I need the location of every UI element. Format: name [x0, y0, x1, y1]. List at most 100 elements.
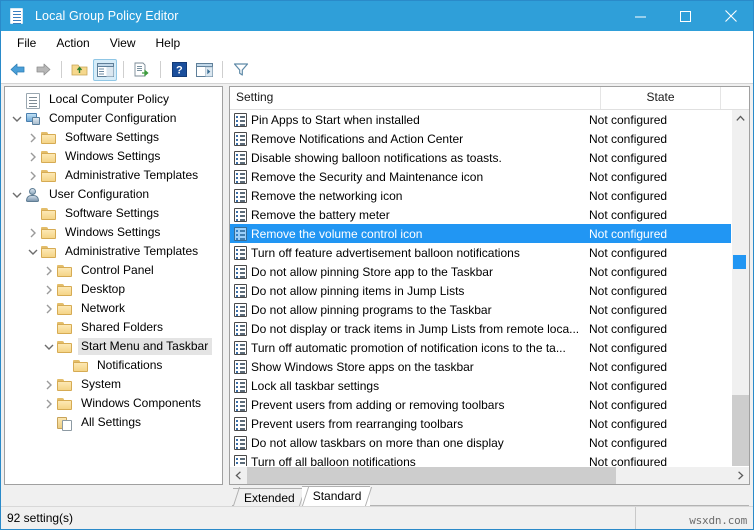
folder-icon [57, 263, 74, 279]
export-list-button[interactable] [130, 59, 154, 81]
chevron-right-icon[interactable] [41, 375, 57, 394]
table-row[interactable]: Prevent users from rearranging toolbars N… [230, 414, 731, 433]
chevron-right-icon[interactable] [25, 147, 41, 166]
policy-setting-icon [234, 416, 247, 431]
action-pane-icon[interactable] [192, 59, 216, 81]
forward-button[interactable] [31, 59, 55, 81]
policy-setting-icon [234, 302, 247, 317]
view-tabs: Extended Standard [1, 485, 753, 506]
policy-setting-icon [234, 207, 247, 222]
tree-node-start-menu-and-taskbar[interactable]: Start Menu and Taskbar [5, 337, 222, 356]
folder-icon [57, 301, 74, 317]
cell-state: Not configured [589, 283, 668, 298]
chevron-down-icon[interactable] [9, 109, 25, 128]
vertical-scrollbar[interactable] [731, 110, 749, 466]
filter-funnel-icon[interactable] [229, 59, 253, 81]
menu-item-action[interactable]: Action [46, 33, 99, 53]
chevron-right-icon[interactable] [41, 261, 57, 280]
up-one-level-button[interactable] [68, 59, 92, 81]
tree-node-label: Network [81, 301, 126, 315]
vertical-scroll-track[interactable] [732, 127, 749, 466]
table-row[interactable]: Do not allow pinning programs to the Tas… [230, 300, 731, 319]
chevron-right-icon[interactable] [41, 394, 57, 413]
title-bar[interactable]: Local Group Policy Editor [1, 1, 753, 31]
table-row[interactable]: Turn off automatic promotion of notifica… [230, 338, 731, 357]
vertical-scroll-thumb[interactable] [732, 395, 749, 466]
tree-node-windows-components[interactable]: Windows Components [5, 394, 222, 413]
table-row[interactable]: Remove Notifications and Action Center No… [230, 129, 731, 148]
tree-node-label: Software Settings [65, 130, 160, 144]
chevron-right-icon[interactable] [41, 280, 57, 299]
close-icon[interactable] [708, 1, 753, 31]
column-header-setting[interactable]: Setting [230, 87, 601, 109]
table-row[interactable]: Remove the volume control icon Not config… [230, 224, 731, 243]
menu-item-help[interactable]: Help [146, 33, 191, 53]
column-header-state[interactable]: State [601, 87, 721, 109]
tree-node-notifications[interactable]: Notifications [5, 356, 222, 375]
tree-node-control-panel[interactable]: Control Panel [5, 261, 222, 280]
watermark-text: wsxdn.com [689, 514, 747, 527]
chevron-right-icon[interactable] [25, 166, 41, 185]
tree-node-administrative-templates[interactable]: Administrative Templates [5, 166, 222, 185]
table-row[interactable]: Prevent users from adding or removing to… [230, 395, 731, 414]
tab-standard[interactable]: Standard [301, 486, 371, 506]
table-row[interactable]: Disable showing balloon notifications as… [230, 148, 731, 167]
tree-node-system[interactable]: System [5, 375, 222, 394]
horizontal-scroll-thumb[interactable] [247, 467, 616, 484]
chevron-down-icon[interactable] [41, 337, 57, 356]
list-column-headers: Setting State [230, 87, 749, 110]
chevron-placeholder [9, 90, 25, 109]
cell-setting: Disable showing balloon notifications as… [251, 150, 502, 165]
help-question-icon[interactable]: ? [167, 59, 191, 81]
cell-state: Not configured [589, 378, 668, 393]
cell-state: Not configured [589, 416, 668, 431]
back-button[interactable] [6, 59, 30, 81]
cell-setting: Do not allow pinning Store app to the Ta… [251, 264, 493, 279]
chevron-right-icon[interactable] [25, 128, 41, 147]
tree-node-software-settings[interactable]: Software Settings [5, 128, 222, 147]
tree-node-windows-settings[interactable]: Windows Settings [5, 147, 222, 166]
table-row[interactable]: Do not allow pinning Store app to the Ta… [230, 262, 731, 281]
tree-node-desktop[interactable]: Desktop [5, 280, 222, 299]
table-row[interactable]: Remove the Security and Maintenance icon… [230, 167, 731, 186]
tree-node-network[interactable]: Network [5, 299, 222, 318]
tree-node-local-computer-policy[interactable]: Local Computer Policy [5, 90, 222, 109]
tree-node-shared-folders[interactable]: Shared Folders [5, 318, 222, 337]
table-row[interactable]: Lock all taskbar settings Not configured [230, 376, 731, 395]
chevron-right-icon[interactable] [41, 299, 57, 318]
table-row[interactable]: Remove the networking icon Not configured [230, 186, 731, 205]
chevron-down-icon[interactable] [9, 185, 25, 204]
minimize-icon[interactable] [618, 1, 663, 31]
table-row[interactable]: Do not display or track items in Jump Li… [230, 319, 731, 338]
table-row[interactable]: Turn off feature advertisement balloon n… [230, 243, 731, 262]
scroll-left-arrow-icon[interactable] [230, 467, 247, 484]
scroll-up-arrow-icon[interactable] [732, 110, 749, 127]
table-row[interactable]: Pin Apps to Start when installed Not conf… [230, 110, 731, 129]
table-row[interactable]: Do not allow taskbars on more than one d… [230, 433, 731, 452]
horizontal-scroll-track[interactable] [247, 467, 732, 484]
table-row[interactable]: Turn off all balloon notifications Not co… [230, 452, 731, 466]
maximize-icon[interactable] [663, 1, 708, 31]
chevron-right-icon[interactable] [25, 223, 41, 242]
table-row[interactable]: Show Windows Store apps on the taskbar No… [230, 357, 731, 376]
tab-label: Extended [244, 491, 295, 505]
console-tree-icon[interactable] [93, 58, 117, 81]
menu-item-view[interactable]: View [100, 33, 146, 53]
tree-node-user-configuration[interactable]: User Configuration [5, 185, 222, 204]
tree-node-windows-settings[interactable]: Windows Settings [5, 223, 222, 242]
folder-icon [57, 377, 74, 393]
tree-node-all-settings[interactable]: All Settings [5, 413, 222, 432]
tree-node-administrative-templates[interactable]: Administrative Templates [5, 242, 222, 261]
console-tree-pane[interactable]: Local Computer Policy Computer Configurat… [4, 86, 223, 485]
chevron-down-icon[interactable] [25, 242, 41, 261]
table-row[interactable]: Remove the battery meter Not configured [230, 205, 731, 224]
tree-node-software-settings[interactable]: Software Settings [5, 204, 222, 223]
horizontal-scrollbar[interactable] [230, 466, 749, 484]
scroll-right-arrow-icon[interactable] [732, 467, 749, 484]
cell-state: Not configured [589, 264, 668, 279]
tab-extended[interactable]: Extended [233, 488, 304, 506]
settings-list-pane: Setting State Pin Apps to Start when ins… [229, 86, 750, 485]
menu-item-file[interactable]: File [7, 33, 46, 53]
tree-node-computer-configuration[interactable]: Computer Configuration [5, 109, 222, 128]
table-row[interactable]: Do not allow pinning items in Jump Lists… [230, 281, 731, 300]
